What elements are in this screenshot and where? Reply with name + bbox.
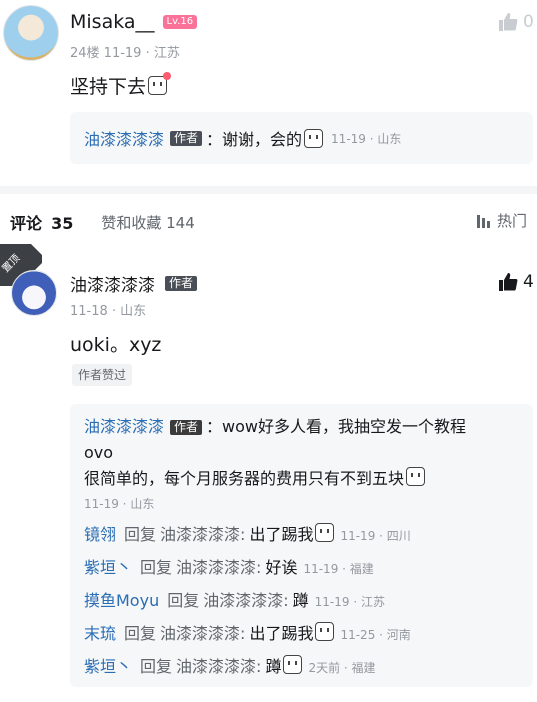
- list-item[interactable]: 紫垣丶 回复 油漆漆漆漆: 好诶 11-19 · 福建: [84, 552, 519, 585]
- emoji-icon: [315, 523, 335, 542]
- reply-username[interactable]: 紫垣丶: [84, 657, 132, 676]
- reply-target[interactable]: 油漆漆漆漆:: [203, 591, 288, 610]
- reply-word: 回复: [140, 558, 173, 577]
- reply-text: 很简单的，每个月服务器的费用只有不到五块: [84, 466, 519, 492]
- reply-text: ：谢谢，会的: [206, 130, 303, 149]
- tab-comments[interactable]: 评论 35: [10, 210, 73, 234]
- replies-panel: 油漆漆漆漆 作者 ：wow好多人看，我抽空发一个教程 ovo 很简单的，每个月服…: [70, 404, 533, 687]
- author-liked-badge: 作者赞过: [72, 364, 133, 386]
- emoji-icon: [283, 655, 303, 674]
- reply-meta: 11-19 · 山东: [84, 497, 155, 511]
- reply-meta: 2天前 · 福建: [308, 661, 376, 675]
- reply-text: ovo: [84, 443, 114, 462]
- reply-preview[interactable]: 油漆漆漆漆 作者 ：谢谢，会的 11-19 · 山东: [70, 112, 533, 164]
- reply-meta: 11-19 · 福建: [303, 562, 374, 576]
- username[interactable]: Misaka__: [70, 11, 155, 33]
- reply-target[interactable]: 油漆漆漆漆:: [160, 525, 245, 544]
- like-button[interactable]: 4: [498, 272, 534, 292]
- thumb-up-icon: [499, 13, 518, 31]
- reply-word: 回复: [140, 657, 173, 676]
- reply-username[interactable]: 油漆漆漆漆: [84, 126, 164, 150]
- reply-target[interactable]: 油漆漆漆漆:: [160, 624, 245, 643]
- avatar[interactable]: [11, 270, 57, 316]
- comment-header: Misaka__ Lv.16: [70, 11, 198, 33]
- reply-word: 回复: [124, 525, 157, 544]
- comment-content: 坚持下去: [70, 72, 172, 99]
- reply-meta: 11-19 · 江苏: [314, 595, 385, 609]
- reply-username[interactable]: 末琉: [84, 624, 116, 643]
- like-button[interactable]: 0: [498, 12, 534, 32]
- emoji-icon: [148, 72, 172, 95]
- avatar[interactable]: [3, 5, 59, 61]
- reply-meta: 11-25 · 河南: [340, 628, 411, 642]
- reply-username[interactable]: 油漆漆漆漆: [84, 414, 164, 440]
- sort-button[interactable]: 热门: [476, 210, 527, 231]
- emoji-icon: [406, 467, 426, 486]
- author-tag: 作者: [170, 419, 203, 435]
- list-item[interactable]: 末琉 回复 油漆漆漆漆: 出了踢我 11-25 · 河南: [84, 618, 519, 651]
- reply-username[interactable]: 紫垣丶: [84, 558, 132, 577]
- comment-meta: 24楼 11-19 · 江苏: [70, 46, 180, 61]
- reply-text: 出了踢我: [249, 624, 314, 643]
- reply-word: 回复: [167, 591, 200, 610]
- reply-word: 回复: [124, 624, 157, 643]
- reply-text: 蹲: [292, 591, 309, 610]
- sort-icon: [477, 214, 490, 228]
- comment-meta: 11-18 · 山东: [70, 304, 147, 319]
- reply-username[interactable]: 摸鱼Moyu: [84, 591, 159, 610]
- emoji-icon: [315, 622, 335, 641]
- reply-meta: 11-19 · 四川: [340, 529, 411, 543]
- list-item[interactable]: 紫垣丶 回复 油漆漆漆漆: 蹲 2天前 · 福建: [84, 651, 519, 684]
- like-count: 0: [523, 12, 534, 32]
- like-count: 4: [523, 272, 534, 292]
- reply-text: 出了踢我: [249, 525, 314, 544]
- comment-header: 油漆漆漆漆 作者: [70, 271, 201, 296]
- thumb-up-icon: [499, 273, 518, 291]
- reply-username[interactable]: 镜翎: [84, 525, 116, 544]
- tab-likes-favorites[interactable]: 赞和收藏 144: [101, 212, 194, 233]
- list-item[interactable]: 镜翎 回复 油漆漆漆漆: 出了踢我 11-19 · 四川: [84, 519, 519, 552]
- reply-text: 好诶: [265, 558, 298, 577]
- reply-meta: 11-19 · 山东: [331, 131, 402, 146]
- emoji-icon: [304, 128, 324, 148]
- username[interactable]: 油漆漆漆漆: [70, 271, 155, 296]
- reply-target[interactable]: 油漆漆漆漆:: [176, 558, 261, 577]
- section-divider: [0, 186, 537, 194]
- reply-list: 镜翎 回复 油漆漆漆漆: 出了踢我 11-19 · 四川 紫垣丶 回复 油漆漆漆漆: 好诶 11-…: [84, 519, 519, 684]
- author-tag: 作者: [170, 130, 203, 146]
- level-badge: Lv.16: [162, 15, 198, 29]
- author-tag: 作者: [165, 276, 198, 291]
- list-item[interactable]: 摸鱼Moyu 回复 油漆漆漆漆: 蹲 11-19 · 江苏: [84, 585, 519, 618]
- comment-tabs: 评论 35 赞和收藏 144: [10, 210, 195, 234]
- comment-content: uoki。xyz: [70, 334, 162, 356]
- reply-target[interactable]: 油漆漆漆漆:: [176, 657, 261, 676]
- reply-text: 蹲: [265, 657, 282, 676]
- reply-text: ：wow好多人看，我抽空发一个教程: [206, 417, 466, 436]
